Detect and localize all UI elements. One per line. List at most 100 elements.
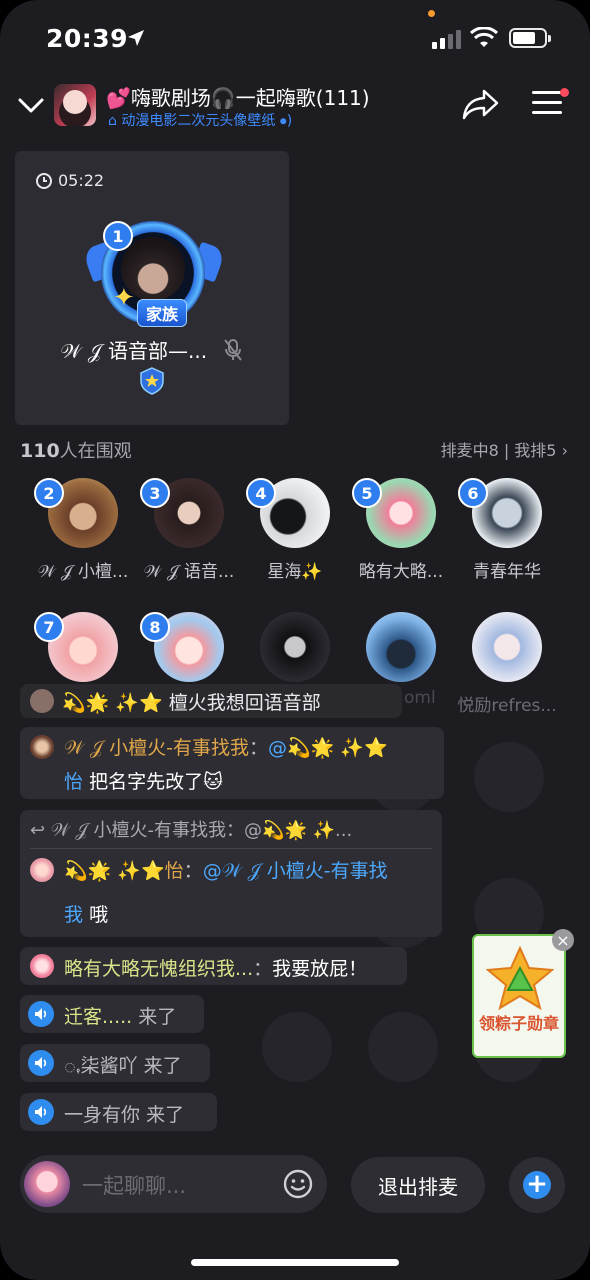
room-avatar[interactable] <box>54 84 96 126</box>
seat-name: 𝒲 𝒥 小檀... <box>37 562 129 582</box>
chat-reply-message[interactable]: ↩ 𝒲 𝒥 小檀火-有事找我：@💫🌟 ✨... 💫🌟 ✨⭐怡：@𝒲 𝒥 小檀火-… <box>20 810 442 937</box>
host-timer: 05:22 <box>35 171 104 190</box>
ghost-avatar <box>368 1012 438 1082</box>
join-username[interactable]: ꩻ柒酱吖 <box>64 1055 138 1077</box>
chat-mention[interactable]: @𝒲 𝒥 小檀火-有事找 <box>203 860 388 882</box>
audience-label: 人在围观 <box>59 441 132 462</box>
mic-seat[interactable]: 5 略有大略... <box>346 478 456 582</box>
chat-line: 略有大略无愧组织我...：我要放屁！ <box>64 954 367 981</box>
chat-username[interactable]: 💫🌟 ✨⭐怡 <box>64 860 184 882</box>
share-icon[interactable] <box>462 88 500 120</box>
chat-username[interactable]: 略有大略无愧组织我... <box>64 958 253 980</box>
join-text: 来了 <box>138 1006 177 1028</box>
chat-message[interactable]: 略有大略无愧组织我...：我要放屁！ <box>20 947 407 985</box>
chat-line: 💫🌟 ✨⭐怡：@𝒲 𝒥 小檀火-有事找 <box>64 856 388 883</box>
seat-avatar <box>260 612 330 682</box>
chat-message-partial[interactable]: 💫🌟 ✨⭐ 檀火我想回语音部 <box>20 684 402 718</box>
zongzi-star-icon <box>486 946 554 1011</box>
home-icon: ⌂ <box>108 113 117 129</box>
join-notice[interactable]: 迁客..... 来了 <box>20 995 204 1033</box>
chat-avatar <box>30 954 54 978</box>
menu-icon[interactable] <box>532 91 562 115</box>
chat-mention-cont[interactable]: 我 <box>64 904 83 926</box>
clock-icon <box>36 172 52 189</box>
shield-badge-icon <box>140 367 164 395</box>
chevron-down-icon[interactable] <box>16 90 46 120</box>
chat-avatar <box>30 735 54 759</box>
room-header: 💕嗨歌剧场🎧一起嗨歌(111) ⌂ 动漫电影二次元头像壁纸 ⦁) <box>0 76 590 136</box>
audience-number: 110 <box>20 440 60 462</box>
chat-username[interactable]: 𝒲 𝒥 小檀火-有事找我 <box>64 737 249 759</box>
chat-message[interactable]: 𝒲 𝒥 小檀火-有事找我：@💫🌟 ✨⭐ 怡 把名字先改了🐱 <box>20 727 444 799</box>
join-notice[interactable]: ꩻ柒酱吖 来了 <box>20 1044 210 1082</box>
my-avatar[interactable] <box>24 1161 70 1207</box>
ghost-avatar <box>262 1012 332 1082</box>
privacy-indicator <box>428 10 435 17</box>
join-notice[interactable]: 一身有你 来了 <box>20 1093 217 1131</box>
seat-number: 3 <box>140 478 170 508</box>
chat-input-placeholder[interactable]: 一起聊聊... <box>82 1170 186 1200</box>
family-badge: 家族 <box>137 299 188 327</box>
chat-text: 我要放屁！ <box>272 958 368 980</box>
location-arrow-icon <box>128 30 144 46</box>
mic-seat[interactable]: 悦励refres... <box>452 612 562 716</box>
battery-icon <box>509 28 551 48</box>
chat-partial-text: 💫🌟 ✨⭐ 檀火我想回语音部 <box>62 692 321 714</box>
queue-status: 排麦中8 | 我排5 <box>440 441 557 460</box>
status-time: 20:39 <box>46 24 129 53</box>
speaker-icon <box>28 1099 54 1125</box>
mic-queue-link[interactable]: 排麦中8 | 我排5 › <box>441 437 568 461</box>
seat-number: 7 <box>34 612 64 642</box>
chat-avatar <box>30 689 54 713</box>
host-name-row: 𝒲 𝒥 语音部—... <box>15 335 289 364</box>
sparkle-star-icon: ✦ <box>113 283 135 313</box>
seat-name: 青春年华 <box>473 562 541 582</box>
chat-mention[interactable]: @💫🌟 ✨⭐ <box>268 737 388 759</box>
join-username[interactable]: 一身有你 <box>64 1104 140 1126</box>
chat-input-bar[interactable]: 一起聊聊... <box>20 1155 327 1213</box>
mic-seat[interactable]: 4 星海✨ <box>240 478 350 582</box>
room-category[interactable]: ⌂ 动漫电影二次元头像壁纸 ⦁) <box>108 110 292 130</box>
mic-seat[interactable]: 7 <box>28 612 138 691</box>
room-title: 💕嗨歌剧场🎧一起嗨歌(111) <box>106 86 370 110</box>
seat-number: 5 <box>352 478 382 508</box>
host-timer-text: 05:22 <box>58 171 105 190</box>
seat-name: 𝒲 𝒥 语音... <box>143 562 235 582</box>
promo-label: 领粽子勋章 <box>478 1014 559 1033</box>
exit-queue-button[interactable]: 退出排麦 <box>351 1157 485 1213</box>
mic-seat[interactable]: 8 <box>134 612 244 691</box>
reply-quote: ↩ 𝒲 𝒥 小檀火-有事找我：@💫🌟 ✨... <box>30 816 432 849</box>
seat-avatar <box>472 612 542 682</box>
room-category-label: 动漫电影二次元头像壁纸 <box>121 113 276 129</box>
audience-count[interactable]: 110人在围观 <box>20 437 132 463</box>
chat-mention-cont[interactable]: 怡 <box>64 771 83 793</box>
chat-line: 我 哦 <box>64 900 108 927</box>
mic-seat[interactable]: 2 𝒲 𝒥 小檀... <box>28 478 138 582</box>
chat-separator: ： <box>183 860 203 882</box>
mic-seat[interactable]: 3 𝒲 𝒥 语音... <box>134 478 244 582</box>
mic-seat[interactable]: 6 青春年华 <box>452 478 562 582</box>
more-actions-button[interactable]: + <box>509 1157 565 1213</box>
join-username[interactable]: 迁客..... <box>64 1006 132 1028</box>
speaker-icon <box>28 1050 54 1076</box>
chat-partial-tail: oml <box>404 688 436 708</box>
reply-quote-text: 𝒲 𝒥 小檀火-有事找我：@💫🌟 ✨... <box>50 820 353 841</box>
emoji-icon[interactable] <box>282 1168 314 1200</box>
cellular-signal-icon <box>432 30 461 49</box>
chat-line: ꩻ柒酱吖 来了 <box>64 1051 182 1082</box>
chat-separator: ： <box>253 958 273 980</box>
seat-number: 1 <box>103 221 133 251</box>
mic-seat[interactable] <box>346 612 456 691</box>
zongzi-badge-promo[interactable]: 领粽子勋章 <box>472 934 566 1058</box>
close-icon[interactable]: × <box>552 929 574 951</box>
host-seat-card[interactable]: 05:22 1 ✦ 家族 𝒲 𝒥 语音部—... <box>15 151 289 425</box>
seat-number: 6 <box>458 478 488 508</box>
mic-muted-icon <box>224 338 243 361</box>
speaker-icon <box>28 1001 54 1027</box>
home-indicator[interactable] <box>191 1259 399 1266</box>
chat-text: 哦 <box>89 904 109 926</box>
mic-seat[interactable] <box>240 612 350 691</box>
screen: 20:39 💕嗨歌剧场🎧一起嗨歌(111) ⌂ 动漫电影二次元头像壁纸 ⦁) 0… <box>0 0 590 1280</box>
seat-number: 2 <box>34 478 64 508</box>
chat-line: 怡 把名字先改了🐱 <box>64 767 223 794</box>
